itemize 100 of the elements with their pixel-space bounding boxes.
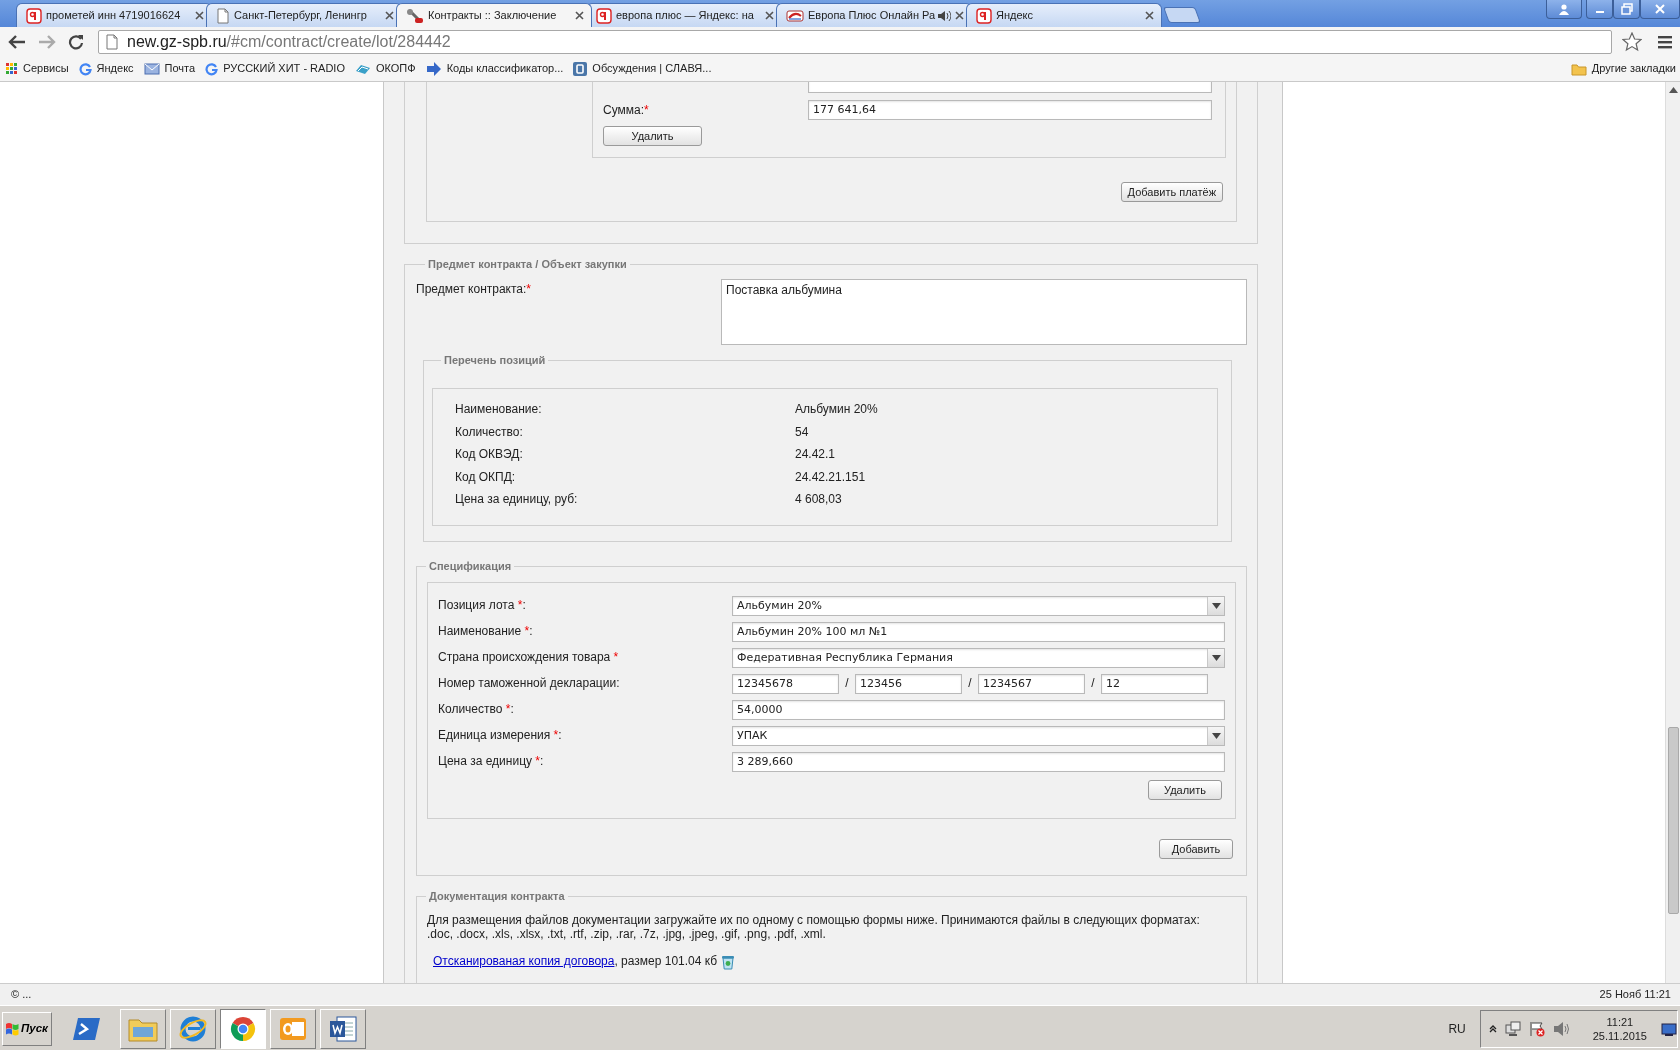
separator-text: / [967, 676, 973, 691]
bookmark[interactable]: Почта [143, 62, 196, 76]
section-title: Документация контракта [428, 889, 566, 903]
maximize-button[interactable] [1613, 0, 1640, 19]
section-title: Предмет контракта / Объект закупки [427, 258, 628, 271]
minimize-button[interactable] [1586, 0, 1613, 19]
section-title: Спецификация [428, 559, 513, 573]
wrench-icon [406, 7, 424, 24]
close-icon[interactable] [575, 11, 584, 20]
back-icon[interactable] [8, 34, 26, 50]
bookmark[interactable]: РУССКИЙ ХИТ - RADIO [205, 62, 345, 76]
add-button[interactable]: Добавить [1159, 838, 1233, 859]
field-value: 24.42.1 [795, 447, 836, 462]
envelope-icon [143, 63, 160, 75]
browser-tab[interactable]: Яндекс [966, 3, 1162, 27]
close-icon[interactable] [195, 11, 204, 20]
field-label: Код ОКВЭД: [455, 447, 524, 462]
dropdown[interactable]: УПАК [732, 725, 1225, 746]
bookmark[interactable]: Коды классификатор... [425, 62, 564, 76]
delete-button[interactable]: Удалить [603, 126, 702, 146]
file-info: Отсканированая копия договора, размер 101.04 кб [433, 954, 718, 969]
input-field[interactable]: Альбумин 20% 100 мл №1 [732, 621, 1225, 642]
section-title: Перечень позиций [443, 354, 547, 367]
separator-text: / [1090, 676, 1096, 691]
menu-icon[interactable] [1658, 35, 1672, 49]
scrollbar[interactable] [1665, 82, 1680, 983]
field-label: Позиция лота *: [438, 598, 527, 613]
new-tab-button[interactable] [1163, 7, 1201, 23]
scroll-up-icon[interactable] [1668, 87, 1678, 93]
input-field[interactable]: 123456 [855, 673, 962, 694]
field-label: Номер таможенной декларации: [438, 676, 621, 691]
taskbar-button[interactable] [220, 1009, 266, 1049]
status-time: 25 Нояб 11:21 [1599, 987, 1671, 1002]
address-bar[interactable]: new.gz-spb.ru/#cm/contract/create/lot/284442 [98, 30, 1612, 54]
input-field[interactable]: 12345678 [732, 673, 839, 694]
flag-icon [5, 1022, 19, 1036]
ring-icon [78, 62, 92, 76]
separator-text: / [844, 676, 850, 691]
start-button[interactable]: Пуск [2, 1012, 52, 1046]
delete-button[interactable]: Удалить [1148, 779, 1222, 800]
document-icon [328, 1015, 358, 1043]
chevron-icon[interactable] [1488, 1025, 1497, 1033]
mail-icon [278, 1015, 308, 1043]
close-icon [1654, 3, 1666, 15]
page-icon [105, 34, 119, 50]
field-label: Цена за единицу, руб: [455, 492, 579, 507]
browser-tab[interactable]: Контракты :: Заключение [396, 3, 592, 27]
folder-icon [1570, 62, 1587, 76]
dropdown[interactable]: Федеративная Республика Германия [732, 647, 1225, 668]
caret-icon [1211, 602, 1221, 609]
logo-icon [786, 8, 804, 23]
field-value: 24.42.21.151 [795, 469, 866, 484]
field-label: Наименование: [455, 402, 543, 417]
bookmark[interactable]: Сервисы [6, 62, 69, 76]
logo-icon [26, 7, 42, 24]
globe-icon [178, 1014, 208, 1044]
field-label: Цена за единицу *: [438, 754, 545, 769]
flag-icon[interactable] [1528, 1021, 1545, 1037]
ring-icon [205, 62, 219, 76]
trash-icon[interactable] [721, 953, 736, 970]
add-payment-button[interactable]: Добавить платёж [1120, 182, 1223, 202]
field-label: Код ОКПД: [455, 469, 517, 484]
status-text: © ... [11, 987, 32, 1002]
terminal-icon [73, 1016, 101, 1042]
user-icon [1558, 3, 1570, 15]
field-label: Количество *: [438, 702, 515, 717]
language-indicator[interactable]: RU [1448, 1021, 1466, 1037]
close-icon[interactable] [385, 11, 394, 20]
close-icon[interactable] [765, 11, 774, 20]
bookmark[interactable]: ОКОПФ [354, 62, 416, 76]
scroll-thumb[interactable] [1667, 727, 1679, 914]
caret-icon [1211, 654, 1221, 661]
dropdown[interactable]: Альбумин 20% [732, 595, 1225, 616]
network-icon[interactable] [1504, 1021, 1521, 1037]
caret-icon [1211, 732, 1221, 739]
field-value: 54 [795, 424, 809, 439]
input-field[interactable]: 1234567 [978, 673, 1085, 694]
field-value: Альбумин 20% [795, 402, 878, 417]
input-field[interactable]: 177 641,64 [808, 100, 1212, 120]
input-field[interactable]: 54,0000 [732, 699, 1225, 720]
bookmark[interactable]: Обсуждения | СЛАВЯ... [573, 62, 712, 76]
logo-icon [976, 7, 992, 24]
bookmark[interactable]: Яндекс [78, 62, 134, 76]
reload-icon[interactable] [68, 34, 84, 50]
bookmark-folder[interactable]: Другие закладки [1570, 62, 1676, 76]
input-field[interactable]: 12 [1101, 673, 1208, 694]
close-button[interactable] [1640, 0, 1680, 19]
speaker-icon[interactable] [937, 9, 951, 22]
square-icon [573, 62, 588, 76]
field-label: Количество: [455, 424, 524, 439]
bookmark-icon [354, 63, 371, 75]
text-area[interactable]: Поставка альбумина [721, 279, 1247, 345]
close-icon[interactable] [1145, 11, 1154, 20]
star-icon[interactable] [1622, 32, 1642, 52]
user-button[interactable] [1546, 0, 1582, 19]
close-icon[interactable] [955, 11, 964, 20]
show-desktop-icon[interactable] [1661, 1021, 1677, 1037]
field-label: Сумма:* [603, 102, 650, 118]
input-field[interactable]: 3 289,660 [732, 751, 1225, 772]
arrow-icon [425, 62, 442, 76]
